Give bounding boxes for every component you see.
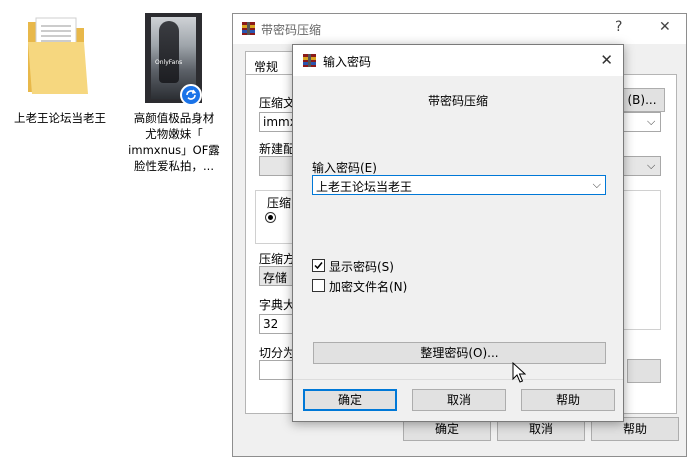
bg-extra-button[interactable]: [627, 359, 661, 383]
close-icon[interactable]: ✕: [659, 19, 671, 35]
method-label: 压缩方: [259, 252, 296, 266]
chevron-down-icon[interactable]: ⌵: [647, 159, 655, 173]
chevron-down-icon[interactable]: ⌵: [647, 115, 655, 129]
cancel-button[interactable]: 取消: [412, 389, 506, 411]
winrar-icon: [302, 53, 317, 68]
help-button[interactable]: 帮助: [521, 389, 615, 411]
encrypt-names-checkbox[interactable]: [312, 279, 325, 292]
chevron-down-icon[interactable]: ⌵: [593, 178, 601, 192]
password-input[interactable]: 上老王论坛当老王 ⌵: [312, 175, 606, 195]
winrar-icon: [241, 21, 256, 36]
organize-passwords-button[interactable]: 整理密码(O)...: [313, 342, 606, 364]
split-label: 切分为: [259, 346, 296, 360]
sync-badge-icon: [180, 84, 202, 106]
dialog-titlebar: 输入密码 ✕: [293, 45, 623, 76]
help-icon[interactable]: ?: [615, 19, 622, 35]
window-title: 带密码压缩: [261, 23, 322, 37]
profile-label: 新建配: [259, 142, 296, 156]
password-value: 上老王论坛当老王: [316, 180, 413, 194]
browse-button[interactable]: (B)...: [619, 88, 665, 112]
archive-name-label: 压缩文: [259, 96, 296, 110]
password-label: 输入密码(E): [312, 161, 377, 175]
password-dialog: 输入密码 ✕ 带密码压缩 输入密码(E) 上老王论坛当老王 ⌵ 显示密码(S) …: [292, 44, 624, 422]
folder-icon[interactable]: [26, 12, 92, 98]
show-password-label[interactable]: 显示密码(S): [329, 258, 394, 275]
encrypt-names-label[interactable]: 加密文件名(N): [329, 278, 407, 295]
dictionary-label: 字典大: [259, 298, 296, 312]
dialog-separator: [293, 379, 623, 380]
folder-label[interactable]: 上老王论坛当老王: [14, 110, 106, 126]
video-label[interactable]: 高颜值极品身材 尤物嫩妹「 immxnus」OF露 脸性爱私拍，...: [118, 110, 230, 174]
tab-general[interactable]: 常规: [245, 51, 293, 75]
dialog-heading: 带密码压缩: [427, 94, 488, 108]
thumbnail-watermark: OnlyFans: [155, 59, 183, 66]
mouse-cursor-icon: [512, 361, 527, 387]
window-titlebar: 带密码压缩 ? ✕: [233, 14, 686, 44]
close-icon[interactable]: ✕: [600, 51, 613, 69]
format-radio[interactable]: [265, 212, 276, 223]
show-password-checkbox[interactable]: [312, 259, 325, 272]
dialog-title: 输入密码: [323, 55, 372, 69]
ok-button[interactable]: 确定: [303, 389, 397, 411]
format-label: 压缩: [267, 196, 292, 210]
